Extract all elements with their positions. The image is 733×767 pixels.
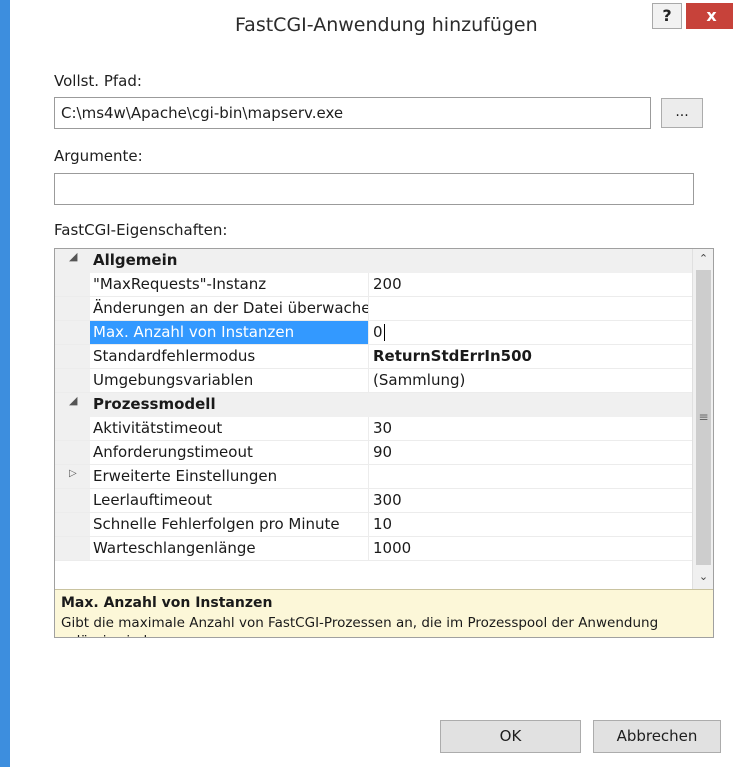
property-name: Umgebungsvariablen (90, 369, 369, 392)
property-name: Änderungen an der Datei überwache (90, 297, 369, 320)
arguments-input[interactable] (54, 173, 694, 205)
title-bar[interactable]: FastCGI-Anwendung hinzufügen ? x (10, 0, 733, 50)
category-label: Allgemein (93, 251, 178, 269)
property-value[interactable]: 90 (369, 441, 692, 464)
property-name: Max. Anzahl von Instanzen (90, 321, 369, 344)
property-row-selected[interactable]: Max. Anzahl von Instanzen 0 (55, 321, 692, 345)
window-title: FastCGI-Anwendung hinzufügen (235, 14, 538, 36)
property-value[interactable]: ReturnStdErrIn500 (369, 345, 692, 368)
description-text: Gibt die maximale Anzahl von FastCGI-Pro… (61, 615, 659, 637)
property-description-panel: Max. Anzahl von Instanzen Gibt die maxim… (55, 589, 713, 637)
property-name: Aktivitätstimeout (90, 417, 369, 440)
property-name: Anforderungstimeout (90, 441, 369, 464)
property-row[interactable]: Änderungen an der Datei überwache (55, 297, 692, 321)
category-label: Prozessmodell (93, 395, 216, 413)
collapse-arrow-icon[interactable]: ◢ (69, 394, 77, 407)
ok-button[interactable]: OK (440, 720, 581, 753)
grip-icon: ≡ (698, 410, 709, 424)
category-row-prozessmodell[interactable]: ◢ Prozessmodell (55, 393, 692, 417)
property-row[interactable]: Schnelle Fehlerfolgen pro Minute 10 (55, 513, 692, 537)
property-name: Standardfehlermodus (90, 345, 369, 368)
window-left-border (0, 0, 10, 767)
scroll-down-arrow-icon[interactable]: ⌄ (693, 567, 713, 587)
property-grid-rows: ◢ Allgemein "MaxRequests"-Instanz 200 Än… (55, 249, 692, 589)
cancel-button[interactable]: Abbrechen (593, 720, 721, 753)
property-value[interactable] (369, 465, 692, 488)
description-title: Max. Anzahl von Instanzen (61, 595, 273, 611)
property-name: Warteschlangenlänge (90, 537, 369, 560)
property-value[interactable]: (Sammlung) (369, 369, 692, 392)
full-path-label: Vollst. Pfad: (54, 72, 142, 90)
property-value-editor[interactable]: 0 (369, 321, 692, 344)
property-row[interactable]: Standardfehlermodus ReturnStdErrIn500 (55, 345, 692, 369)
property-row[interactable]: ▷ Erweiterte Einstellungen (55, 465, 692, 489)
browse-button[interactable]: ... (661, 98, 703, 128)
arguments-label: Argumente: (54, 147, 143, 165)
text-caret (383, 324, 385, 341)
fastcgi-properties-label: FastCGI-Eigenschaften: (54, 221, 228, 239)
dialog-body: Vollst. Pfad: C:\ms4w\Apache\cgi-bin\map… (10, 50, 733, 767)
close-button[interactable]: x (686, 3, 733, 29)
property-name: Leerlauftimeout (90, 489, 369, 512)
property-row[interactable]: Warteschlangenlänge 1000 (55, 537, 692, 561)
property-row[interactable]: Leerlauftimeout 300 (55, 489, 692, 513)
property-value[interactable]: 300 (369, 489, 692, 512)
vertical-scrollbar[interactable]: ⌃ ≡ ⌄ (692, 249, 713, 589)
property-value[interactable]: 30 (369, 417, 692, 440)
collapse-arrow-icon[interactable]: ◢ (69, 250, 77, 263)
property-row[interactable]: Aktivitätstimeout 30 (55, 417, 692, 441)
property-value[interactable]: 200 (369, 273, 692, 296)
full-path-input[interactable]: C:\ms4w\Apache\cgi-bin\mapserv.exe (54, 97, 651, 129)
help-button[interactable]: ? (652, 3, 682, 29)
property-name: "MaxRequests"-Instanz (90, 273, 369, 296)
property-row[interactable]: Umgebungsvariablen (Sammlung) (55, 369, 692, 393)
scroll-thumb[interactable]: ≡ (696, 270, 711, 565)
property-value-text[interactable]: 0 (373, 323, 383, 341)
property-name: Schnelle Fehlerfolgen pro Minute (90, 513, 369, 536)
property-name: Erweiterte Einstellungen (90, 465, 369, 488)
scroll-up-arrow-icon[interactable]: ⌃ (693, 249, 713, 269)
property-grid[interactable]: ◢ Allgemein "MaxRequests"-Instanz 200 Än… (54, 248, 714, 638)
property-value[interactable]: 1000 (369, 537, 692, 560)
property-row[interactable]: "MaxRequests"-Instanz 200 (55, 273, 692, 297)
property-row[interactable]: Anforderungstimeout 90 (55, 441, 692, 465)
category-row-allgemein[interactable]: ◢ Allgemein (55, 249, 692, 273)
property-value[interactable]: 10 (369, 513, 692, 536)
expand-arrow-icon[interactable]: ▷ (69, 468, 77, 479)
property-value[interactable] (369, 297, 692, 320)
